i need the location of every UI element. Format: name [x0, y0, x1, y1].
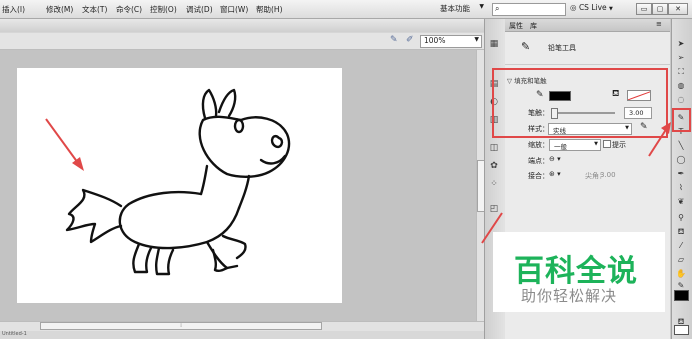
menu-item-commands[interactable]: 命令(C)	[116, 4, 142, 15]
cs-live-label: CS Live	[578, 3, 607, 12]
cs-live-button[interactable]: ◎ CS Live ▼	[570, 3, 613, 12]
3d-rotation-icon[interactable]: ◍	[674, 80, 688, 92]
stage-canvas[interactable]	[17, 68, 342, 303]
cs-live-icon: ◎	[570, 3, 577, 12]
toolbox-fill-color[interactable]	[674, 325, 689, 335]
status-bar: Untitled-1	[0, 331, 484, 339]
edit-bar: ✎ ✐	[0, 33, 484, 50]
search-icon: ⌕	[495, 4, 500, 13]
library-icon[interactable]: ▦	[488, 38, 500, 50]
motion-icon[interactable]: ⁘	[488, 178, 500, 190]
rectangle-icon[interactable]: ◯	[674, 154, 688, 166]
components-icon[interactable]: ✿	[488, 160, 500, 172]
brush-icon[interactable]: ⌇	[674, 182, 688, 194]
chevron-down-icon: ▼	[474, 36, 479, 43]
toolbox-stroke-color[interactable]	[674, 290, 689, 301]
chevron-down-icon: ▼	[479, 3, 484, 10]
hint-label: 提示	[612, 141, 626, 149]
bone-icon[interactable]: ⚲	[674, 212, 688, 224]
eraser-icon[interactable]: ▱	[674, 254, 688, 266]
hint-checkbox[interactable]	[603, 140, 611, 148]
join-label: 接合：	[528, 172, 549, 180]
tab-library[interactable]: 库	[530, 21, 537, 31]
minimize-button[interactable]: ▭	[636, 3, 652, 15]
status-text: Untitled-1	[2, 331, 27, 337]
restore-button[interactable]: ▢	[652, 3, 668, 15]
history-icon[interactable]: ◫	[488, 142, 500, 154]
scale-value: 一般	[554, 143, 567, 151]
menu-item-window[interactable]: 窗口(W)	[220, 4, 248, 15]
deco-icon[interactable]: ❦	[674, 196, 688, 208]
workspace-label: 基本功能	[440, 4, 470, 13]
chevron-down-icon: ▼	[609, 6, 613, 12]
panel-menu-icon[interactable]: ≡	[656, 20, 662, 28]
red-arrow-annotation	[648, 122, 671, 157]
menu-item-debug[interactable]: 调试(D)	[186, 4, 213, 15]
restore-icon: ▢	[656, 5, 664, 13]
cap-select[interactable]: ⊖ ▾	[549, 155, 561, 163]
pencil-tool-icon: ✎	[521, 40, 531, 53]
menu-item-modify[interactable]: 修改(M)	[46, 4, 73, 15]
watermark-subtitle: 助你轻松解决	[521, 287, 618, 305]
eyedropper-icon[interactable]: ⁄	[674, 240, 688, 252]
cap-label: 端点：	[528, 157, 549, 165]
zoom-select[interactable]: 100% ▼	[420, 35, 482, 48]
line-icon[interactable]: ╲	[674, 140, 688, 152]
menu-item-text[interactable]: 文本(T)	[82, 4, 107, 15]
horizontal-scrollbar-thumb[interactable]: ⁞	[40, 322, 322, 330]
watermark-title: 百科全说	[514, 254, 638, 289]
tab-properties[interactable]: 属性	[509, 21, 523, 31]
tool-name: 铅笔工具	[548, 44, 576, 52]
subselection-icon[interactable]: ➢	[674, 52, 688, 64]
pen-icon[interactable]: ✒	[674, 168, 688, 180]
zoom-value: 100%	[424, 36, 446, 45]
close-icon: ✕	[675, 5, 681, 13]
hand-icon[interactable]: ✋	[674, 268, 688, 280]
paint-bucket-icon[interactable]: ⛾	[674, 226, 688, 238]
minimize-icon: ▭	[640, 5, 648, 13]
highlight-fill-stroke-section	[492, 68, 668, 138]
scale-label: 缩放：	[528, 141, 549, 149]
menu-item-help[interactable]: 帮助(H)	[256, 4, 283, 15]
edit-scene-icon[interactable]: ✐	[406, 35, 414, 45]
menu-item-control[interactable]: 控制(O)	[150, 4, 177, 15]
document-tab-strip	[0, 19, 484, 32]
search-input[interactable]: ⌕	[492, 3, 566, 16]
red-arrow-annotation	[45, 118, 84, 171]
workspace-switcher[interactable]: 基本功能 ▼	[440, 3, 484, 14]
close-button[interactable]: ✕	[668, 3, 688, 15]
scale-select[interactable]: 一般 ▼	[549, 139, 601, 151]
lasso-icon[interactable]: ◌	[674, 94, 688, 106]
miter-value[interactable]: 3.00	[600, 171, 616, 179]
join-select[interactable]: ⊛ ▾	[549, 170, 561, 178]
edit-symbols-icon[interactable]: ✎	[390, 35, 398, 45]
menu-item-insert[interactable]: 插入(I)	[2, 4, 25, 15]
chevron-down-icon: ▼	[594, 141, 598, 147]
horse-drawing	[65, 88, 291, 276]
selection-icon[interactable]: ➤	[674, 38, 688, 50]
free-transform-icon[interactable]: ⛶	[674, 66, 688, 78]
